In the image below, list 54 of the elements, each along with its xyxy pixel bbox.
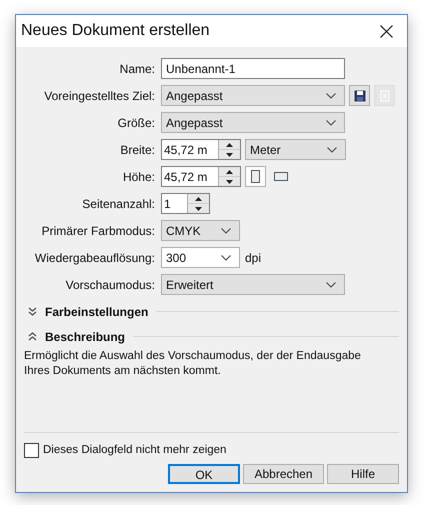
double-chevron-down-icon xyxy=(28,307,36,316)
down-arrow-icon xyxy=(195,206,202,210)
checkbox[interactable] xyxy=(24,442,39,458)
landscape-page-icon xyxy=(274,172,288,181)
portrait-button[interactable] xyxy=(245,166,266,187)
chevron-down-icon xyxy=(326,92,336,98)
field-label: Seitenanzahl: xyxy=(81,196,156,212)
down-arrow-icon xyxy=(226,152,233,156)
field-label: Höhe: xyxy=(122,168,156,186)
number-field[interactable]: 1 xyxy=(161,193,210,214)
save-preset-button[interactable] xyxy=(349,85,370,106)
field-label: Vorschaumodus: xyxy=(64,276,156,294)
field-label: Name: xyxy=(118,60,156,78)
number-field[interactable]: 45,72 m xyxy=(161,166,241,187)
window-title: Neues Dokument erstellen xyxy=(21,21,210,41)
unit-label: dpi xyxy=(245,250,262,266)
up-arrow-icon xyxy=(226,170,233,174)
field-label: Größe: xyxy=(116,114,156,132)
portrait-page-icon xyxy=(251,170,260,183)
dropdown[interactable]: CMYK xyxy=(161,220,240,241)
dropdown[interactable]: 300 xyxy=(161,247,240,268)
dialog-button[interactable]: OK xyxy=(168,464,240,484)
dialog-button[interactable]: Hilfe xyxy=(327,464,399,484)
section-heading: Beschreibung xyxy=(45,328,126,346)
checkbox-label: Dieses Dialogfeld nicht mehr zeigen xyxy=(43,442,226,458)
field-label: Primärer Farbmodus: xyxy=(40,222,156,240)
chevron-down-icon xyxy=(221,228,231,234)
spin-buttons[interactable] xyxy=(187,194,209,213)
section-toggle[interactable] xyxy=(27,306,37,316)
dialog-button[interactable]: Abbrechen xyxy=(243,464,324,484)
dropdown[interactable]: Erweitert xyxy=(161,274,345,295)
close-icon xyxy=(380,24,392,38)
chevron-down-icon xyxy=(326,282,336,288)
description-text: Ermöglicht die Auswahl des Vorschaumodus, der der Endausgabe Ihres Dokuments am nächsten kommt. xyxy=(24,349,362,379)
section-heading: Farbeinstellungen xyxy=(45,304,148,320)
field-label: Wiedergabeauflösung: xyxy=(34,250,156,266)
section-toggle[interactable] xyxy=(27,332,37,342)
spin-buttons[interactable] xyxy=(218,167,240,186)
field-label: Breite: xyxy=(119,142,156,158)
up-arrow-icon xyxy=(195,196,202,200)
dropdown[interactable]: Angepasst xyxy=(161,85,345,106)
field-label: Voreingestelltes Ziel: xyxy=(43,88,156,104)
dropdown[interactable]: Angepasst xyxy=(161,112,345,133)
chevron-down-icon xyxy=(221,254,231,260)
spin-buttons[interactable] xyxy=(218,140,240,159)
down-arrow-icon xyxy=(226,180,233,184)
trash-icon xyxy=(380,90,390,102)
name-field[interactable]: Unbenannt-1 xyxy=(161,58,345,79)
up-arrow-icon xyxy=(226,142,233,146)
chevron-down-icon xyxy=(326,120,336,126)
double-chevron-up-icon xyxy=(28,332,36,341)
number-field[interactable]: 45,72 m xyxy=(161,139,241,160)
dropdown[interactable]: Meter xyxy=(245,139,346,160)
chevron-down-icon xyxy=(327,146,337,152)
